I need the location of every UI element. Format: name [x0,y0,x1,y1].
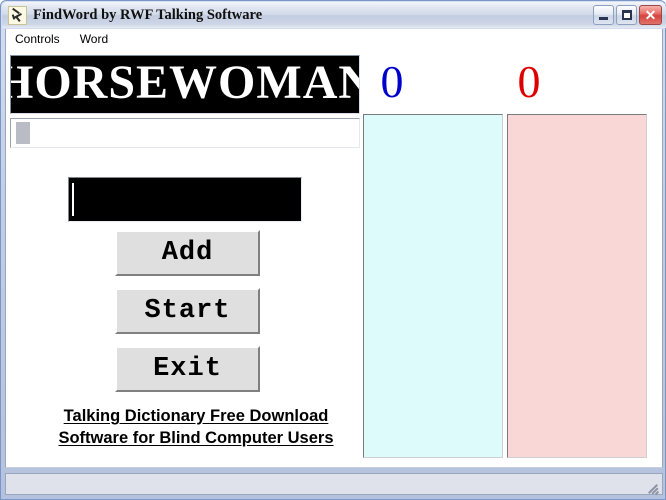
player-one-list-content [364,115,502,119]
status-bar [5,473,663,496]
application-window: FindWord by RWF Talking Software ✕ Contr… [0,0,666,500]
promo-link-line-1[interactable]: Talking Dictionary Free Download [46,405,346,427]
player-one-score: 0 [380,56,404,107]
title-bar: FindWord by RWF Talking Software ✕ [2,2,666,28]
window-title: FindWord by RWF Talking Software [33,7,263,23]
client-area: HORSEWOMAN Add Start Exit Talking Dictio… [5,48,663,468]
player-two-word-list[interactable] [507,114,647,458]
promo-link[interactable]: Talking Dictionary Free Download Softwar… [46,405,346,449]
resize-grip-icon[interactable] [644,477,660,496]
app-icon [8,5,27,25]
start-button[interactable]: Start [115,288,260,334]
player-one-word-list[interactable] [363,114,503,458]
text-caret [72,183,74,216]
word-input[interactable] [68,177,302,222]
word-display-text: HORSEWOMAN [10,56,360,109]
menu-item-controls[interactable]: Controls [13,32,62,46]
player-two-list-content [508,115,646,119]
sub-display-panel [10,118,360,148]
close-icon: ✕ [644,7,657,23]
maximize-button[interactable] [616,5,637,25]
menu-bar: Controls Word [5,29,663,48]
status-chip [16,122,30,144]
minimize-icon [599,17,608,20]
player-two-score: 0 [517,56,541,107]
exit-button[interactable]: Exit [115,346,260,392]
minimize-button[interactable] [593,5,614,25]
close-button[interactable]: ✕ [639,5,662,25]
add-button[interactable]: Add [115,230,260,276]
menu-item-word[interactable]: Word [78,32,110,46]
window-controls: ✕ [593,5,664,25]
maximize-icon [622,10,632,20]
promo-link-line-2[interactable]: Software for Blind Computer Users [46,427,346,449]
word-display-banner: HORSEWOMAN [10,55,360,114]
